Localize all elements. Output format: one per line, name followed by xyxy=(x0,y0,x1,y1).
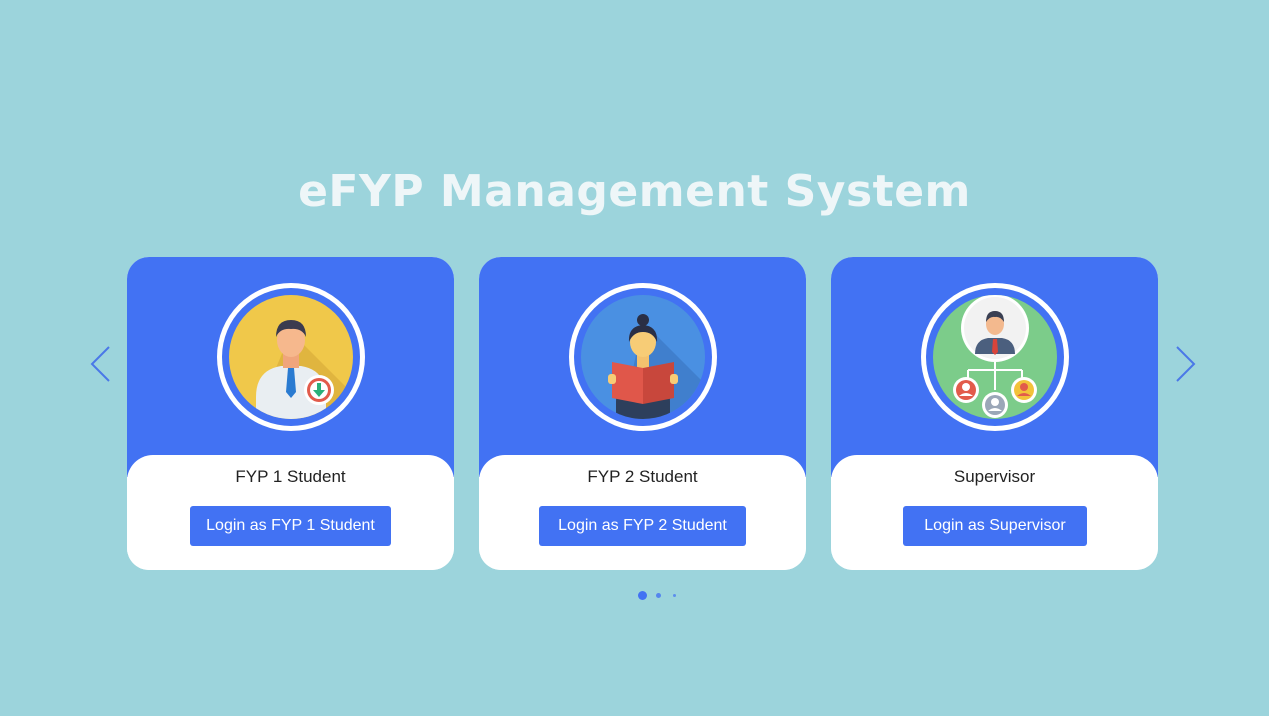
card-label: FYP 1 Student xyxy=(235,467,346,486)
card-fyp1-student: FYP 1 Student Login as FYP 1 Student xyxy=(127,257,454,570)
carousel-dot-3[interactable] xyxy=(673,594,676,597)
carousel-next-button[interactable] xyxy=(1173,345,1197,383)
supervisor-network-icon xyxy=(933,295,1057,419)
carousel-dot-1[interactable] xyxy=(638,591,647,600)
chevron-right-icon xyxy=(1176,346,1196,382)
login-supervisor-button[interactable]: Login as Supervisor xyxy=(903,506,1087,546)
login-fyp2-button[interactable]: Login as FYP 2 Student xyxy=(539,506,746,546)
card-supervisor: Supervisor Login as Supervisor xyxy=(831,257,1158,570)
avatar xyxy=(569,283,717,431)
student-reading-icon xyxy=(581,295,705,419)
carousel-dot-2[interactable] xyxy=(656,593,661,598)
page-title: eFYP Management System xyxy=(298,166,971,217)
student-download-icon xyxy=(229,295,353,419)
carousel-prev-button[interactable] xyxy=(89,345,113,383)
card-label: Supervisor xyxy=(953,467,1036,486)
card-fyp2-student: FYP 2 Student Login as FYP 2 Student xyxy=(479,257,806,570)
chevron-left-icon xyxy=(90,346,110,382)
avatar xyxy=(217,283,365,431)
carousel-dots xyxy=(636,590,686,602)
login-fyp1-button[interactable]: Login as FYP 1 Student xyxy=(190,506,391,546)
card-label: FYP 2 Student xyxy=(587,467,698,486)
avatar xyxy=(921,283,1069,431)
